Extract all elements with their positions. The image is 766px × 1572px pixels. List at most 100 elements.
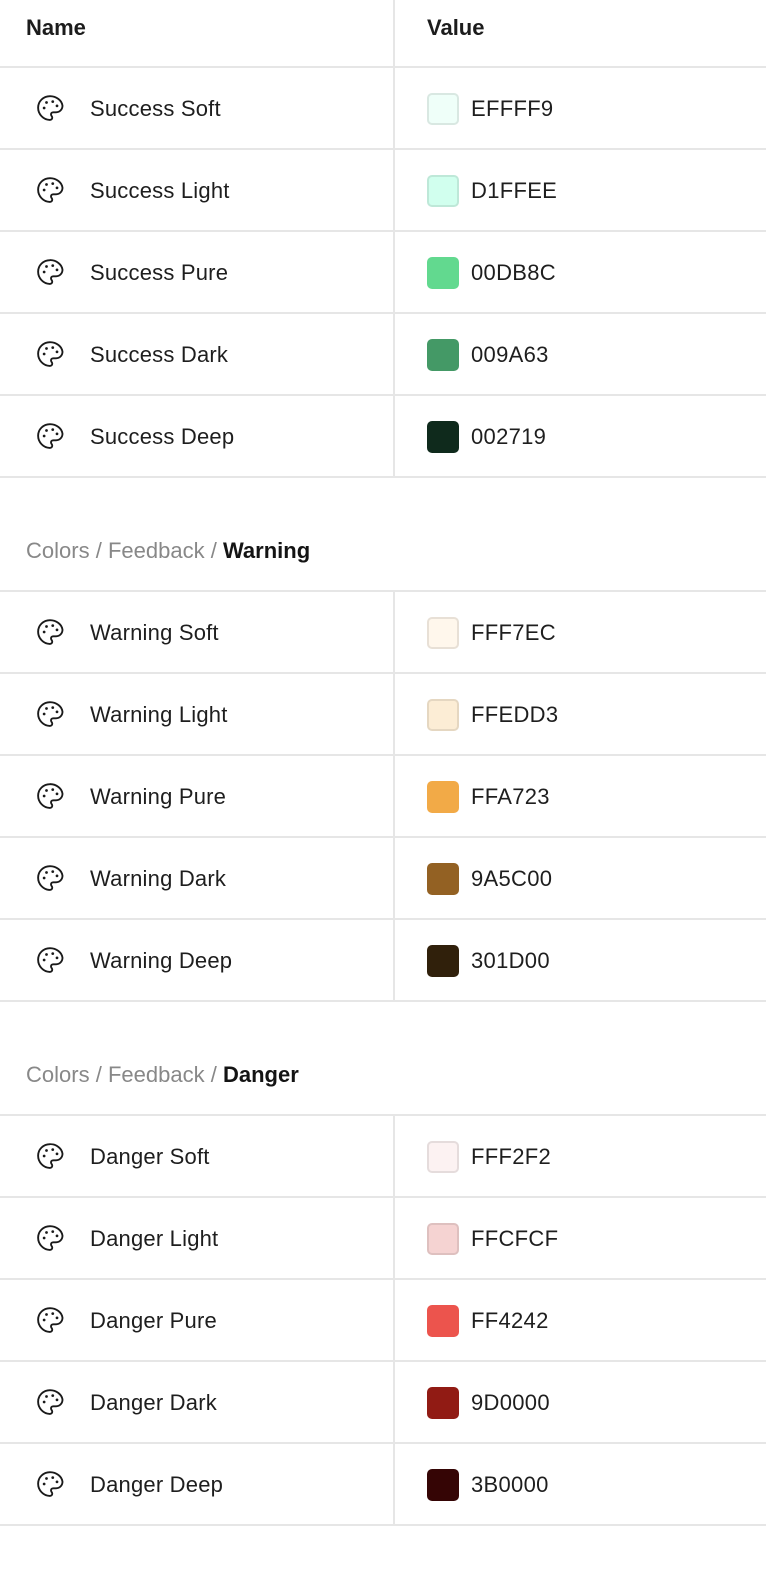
color-swatch[interactable] <box>427 339 459 371</box>
hex-value[interactable]: 00DB8C <box>471 260 556 286</box>
palette-icon <box>35 175 65 205</box>
color-swatch[interactable] <box>427 175 459 207</box>
color-swatch[interactable] <box>427 699 459 731</box>
hex-value[interactable]: FFA723 <box>471 784 550 810</box>
breadcrumb-separator: / <box>95 538 102 563</box>
table-row[interactable]: Success Soft EFFFF9 <box>0 68 766 150</box>
hex-value[interactable]: D1FFEE <box>471 178 557 204</box>
palette-icon <box>35 699 65 729</box>
table-row[interactable]: Warning Soft FFF7EC <box>0 592 766 674</box>
table-row[interactable]: Danger Deep 3B0000 <box>0 1444 766 1526</box>
table-row[interactable]: Success Dark 009A63 <box>0 314 766 396</box>
table-row[interactable]: Warning Dark 9A5C00 <box>0 838 766 920</box>
color-swatch[interactable] <box>427 781 459 813</box>
palette-icon <box>35 863 65 893</box>
hex-value[interactable]: 002719 <box>471 424 546 450</box>
column-divider <box>393 1116 395 1198</box>
token-name: Success Soft <box>90 96 221 121</box>
palette-icon <box>35 617 65 647</box>
column-divider <box>393 674 395 756</box>
hex-value[interactable]: FFF2F2 <box>471 1144 551 1170</box>
hex-value[interactable]: FF4242 <box>471 1308 549 1334</box>
breadcrumb-root[interactable]: Colors <box>26 538 90 563</box>
token-name: Warning Dark <box>90 866 227 891</box>
color-swatch[interactable] <box>427 863 459 895</box>
token-name: Danger Pure <box>90 1308 217 1333</box>
column-divider <box>393 396 395 478</box>
color-swatch[interactable] <box>427 1141 459 1173</box>
palette-icon <box>35 339 65 369</box>
column-divider <box>393 920 395 1002</box>
token-name: Warning Light <box>90 702 228 727</box>
token-name: Success Dark <box>90 342 229 367</box>
column-divider <box>393 1444 395 1526</box>
table-row[interactable]: Warning Deep 301D00 <box>0 920 766 1002</box>
table-row[interactable]: Danger Dark 9D0000 <box>0 1362 766 1444</box>
color-swatch[interactable] <box>427 1469 459 1501</box>
breadcrumb-separator: / <box>95 1062 102 1087</box>
token-name: Success Pure <box>90 260 229 285</box>
palette-icon <box>35 1223 65 1253</box>
column-divider <box>393 756 395 838</box>
palette-icon <box>35 781 65 811</box>
palette-icon <box>35 1469 65 1499</box>
hex-value[interactable]: FFEDD3 <box>471 702 558 728</box>
breadcrumb-separator: / <box>210 1062 217 1087</box>
table-row[interactable]: Success Pure 00DB8C <box>0 232 766 314</box>
table-row[interactable]: Danger Pure FF4242 <box>0 1280 766 1362</box>
hex-value[interactable]: FFF7EC <box>471 620 556 646</box>
color-swatch[interactable] <box>427 1305 459 1337</box>
table-row[interactable]: Danger Light FFCFCF <box>0 1198 766 1280</box>
value-column-header[interactable]: Value <box>427 16 484 40</box>
color-swatch[interactable] <box>427 945 459 977</box>
hex-value[interactable]: 301D00 <box>471 948 550 974</box>
token-name: Warning Pure <box>90 784 227 809</box>
column-divider <box>393 1362 395 1444</box>
hex-value[interactable]: 3B0000 <box>471 1472 549 1498</box>
color-swatch[interactable] <box>427 1387 459 1419</box>
token-name: Success Light <box>90 178 230 203</box>
palette-icon <box>35 1387 65 1417</box>
breadcrumb-parent[interactable]: Feedback <box>108 1062 205 1087</box>
column-divider <box>393 68 395 150</box>
palette-icon <box>35 1305 65 1335</box>
table-row[interactable]: Warning Light FFEDD3 <box>0 674 766 756</box>
color-swatch[interactable] <box>427 93 459 125</box>
color-swatch[interactable] <box>427 421 459 453</box>
table-row[interactable]: Success Deep 002719 <box>0 396 766 478</box>
color-swatch[interactable] <box>427 617 459 649</box>
hex-value[interactable]: 9A5C00 <box>471 866 552 892</box>
table-header: Name Value <box>0 0 766 68</box>
table-row[interactable]: Danger Soft FFF2F2 <box>0 1116 766 1198</box>
column-divider <box>393 232 395 314</box>
column-divider <box>393 1198 395 1280</box>
table-row[interactable]: Warning Pure FFA723 <box>0 756 766 838</box>
hex-value[interactable]: 009A63 <box>471 342 549 368</box>
hex-value[interactable]: FFCFCF <box>471 1226 558 1252</box>
column-divider <box>393 592 395 674</box>
token-name: Warning Deep <box>90 948 233 973</box>
section-breadcrumb: Colors / Feedback / Warning <box>26 538 310 564</box>
column-divider <box>393 150 395 232</box>
token-name: Warning Soft <box>90 620 219 645</box>
column-divider <box>393 838 395 920</box>
color-swatch[interactable] <box>427 1223 459 1255</box>
breadcrumb-root[interactable]: Colors <box>26 1062 90 1087</box>
column-divider <box>393 0 395 68</box>
table-row[interactable]: Success Light D1FFEE <box>0 150 766 232</box>
breadcrumb-current: Danger <box>222 1062 299 1087</box>
color-swatch[interactable] <box>427 257 459 289</box>
palette-icon <box>35 945 65 975</box>
hex-value[interactable]: 9D0000 <box>471 1390 550 1416</box>
section-breadcrumb: Colors / Feedback / Danger <box>26 1062 299 1088</box>
token-name: Danger Deep <box>90 1472 224 1497</box>
token-name: Danger Light <box>90 1226 219 1251</box>
token-name: Danger Dark <box>90 1390 217 1415</box>
hex-value[interactable]: EFFFF9 <box>471 96 553 122</box>
palette-icon <box>35 257 65 287</box>
breadcrumb-parent[interactable]: Feedback <box>108 538 205 563</box>
name-column-header[interactable]: Name <box>26 16 86 40</box>
column-divider <box>393 1280 395 1362</box>
palette-icon <box>35 1141 65 1171</box>
breadcrumb-separator: / <box>210 538 217 563</box>
